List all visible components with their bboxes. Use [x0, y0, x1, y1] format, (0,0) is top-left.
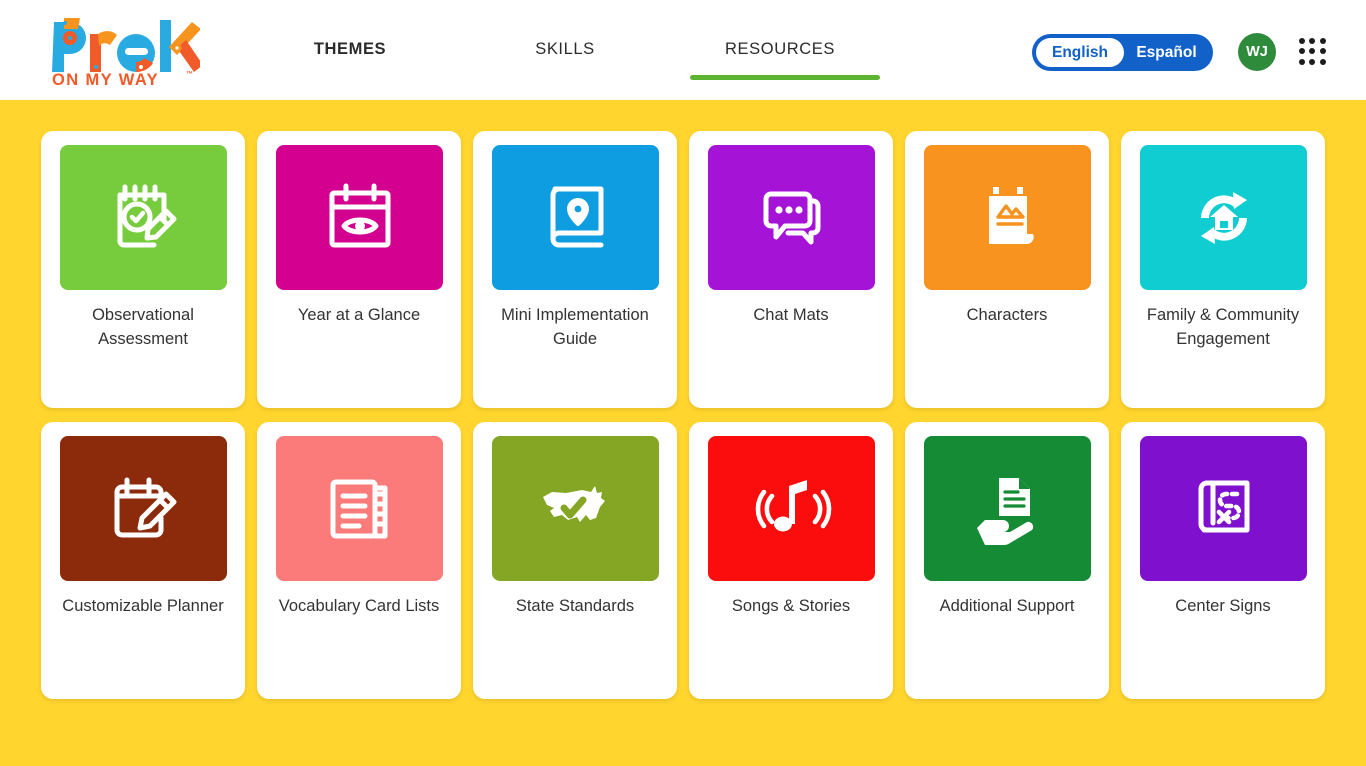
resource-card-center-signs[interactable]: Center Signs [1121, 422, 1325, 699]
resource-card-label: Center Signs [1175, 597, 1271, 615]
resource-card-vocabulary-card-lists[interactable]: Vocabulary Card Lists [257, 422, 461, 699]
prek-on-my-way-logo[interactable]: ON MY WAY ™ [40, 12, 200, 88]
nav-item-skills[interactable]: SKILLS [505, 40, 625, 59]
resource-card-grid: Observational Assessment Year at a Glanc… [41, 131, 1325, 699]
language-option-english[interactable]: English [1036, 38, 1124, 67]
apps-dot [1309, 48, 1316, 55]
resource-card-label: State Standards [515, 597, 635, 615]
resource-card-label: Additional Support [939, 597, 1075, 615]
resource-card-label: Mini Implementation Guide [501, 306, 649, 348]
main-navigation: THEMES SKILLS RESOURCES [290, 0, 930, 100]
apps-dot [1299, 38, 1305, 44]
usa-map-check-icon [492, 436, 659, 581]
chat-bubbles-icon [708, 145, 875, 290]
nav-item-themes[interactable]: THEMES [290, 40, 410, 59]
resource-card-label: Chat Mats [753, 306, 829, 324]
app-header: ON MY WAY ™ THEMES SKILLS RESOURCES Engl… [0, 0, 1366, 100]
language-option-spanish[interactable]: Español [1124, 38, 1209, 67]
apps-dot [1319, 38, 1326, 44]
language-toggle[interactable]: English Español [1032, 34, 1213, 71]
resource-card-observational-assessment[interactable]: Observational Assessment [41, 131, 245, 408]
resource-card-label: Year at a Glance [297, 306, 421, 324]
resource-card-state-standards[interactable]: State Standards [473, 422, 677, 699]
svg-text:ON MY WAY: ON MY WAY [52, 71, 159, 88]
user-avatar[interactable]: WJ [1238, 33, 1276, 71]
music-note-waves-icon [708, 436, 875, 581]
resource-card-additional-support[interactable]: Additional Support [905, 422, 1109, 699]
book-location-pin-icon [492, 145, 659, 290]
resource-card-label: Vocabulary Card Lists [278, 597, 440, 615]
resources-stage: Observational Assessment Year at a Glanc… [0, 100, 1366, 766]
apps-dot [1319, 58, 1326, 65]
resource-card-label: Characters [966, 306, 1048, 324]
blueprint-path-icon [1140, 436, 1307, 581]
resource-card-year-at-a-glance[interactable]: Year at a Glance [257, 131, 461, 408]
resource-card-customizable-planner[interactable]: Customizable Planner [41, 422, 245, 699]
apps-dot [1309, 38, 1316, 44]
apps-dot [1319, 48, 1326, 55]
resource-card-mini-implementation-guide[interactable]: Mini Implementation Guide [473, 131, 677, 408]
resource-card-chat-mats[interactable]: Chat Mats [689, 131, 893, 408]
resource-card-label: Observational Assessment [92, 306, 194, 348]
calendar-eye-icon [276, 145, 443, 290]
card-list-stack-icon [276, 436, 443, 581]
resource-card-family-community-engagement[interactable]: Family & Community Engagement [1121, 131, 1325, 408]
resource-card-label: Songs & Stories [731, 597, 851, 615]
house-refresh-icon [1140, 145, 1307, 290]
nav-item-resources[interactable]: RESOURCES [720, 40, 840, 59]
apps-dot [1309, 58, 1316, 65]
nav-active-indicator [690, 75, 880, 80]
resource-card-label: Family & Community Engagement [1146, 306, 1300, 348]
svg-text:™: ™ [186, 71, 193, 78]
calendar-pencil-icon [60, 436, 227, 581]
apps-grid-icon[interactable] [1299, 38, 1327, 66]
easel-flipchart-icon [924, 145, 1091, 290]
hand-document-icon [924, 436, 1091, 581]
resource-card-label: Customizable Planner [62, 597, 224, 615]
notepad-check-pencil-icon [60, 145, 227, 290]
resource-card-songs-stories[interactable]: Songs & Stories [689, 422, 893, 699]
resource-card-characters[interactable]: Characters [905, 131, 1109, 408]
apps-dot [1299, 58, 1305, 65]
apps-dot [1299, 48, 1305, 55]
